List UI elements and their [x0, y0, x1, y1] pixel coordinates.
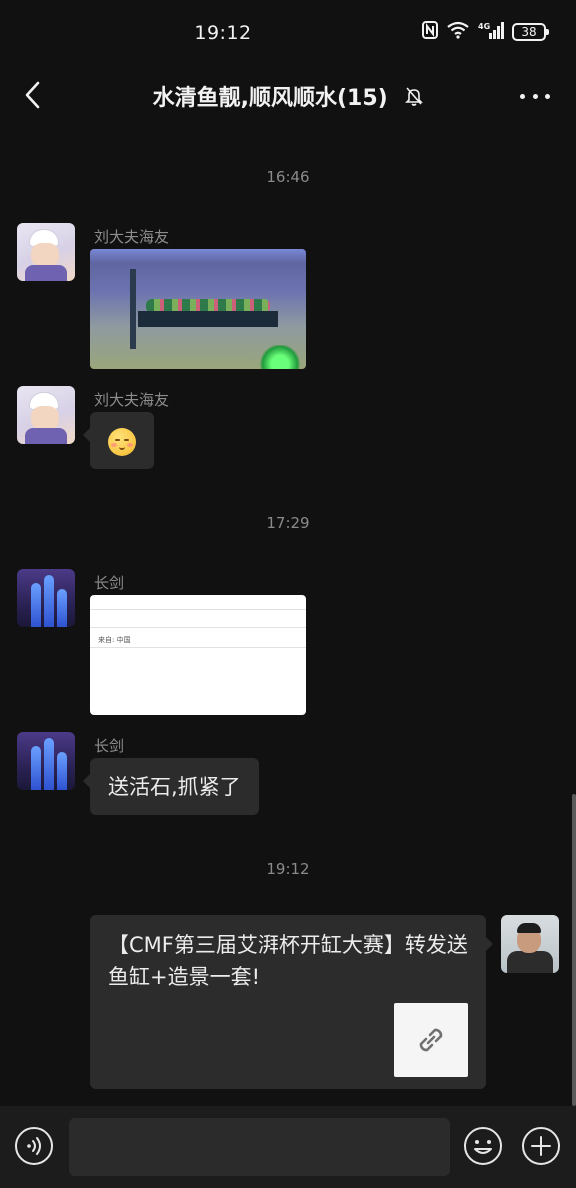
battery-indicator: 38 [512, 23, 549, 41]
emoji-icon [464, 1127, 502, 1165]
aquarium-photo[interactable] [90, 249, 306, 369]
document-screenshot[interactable]: 来自: 中国 [90, 595, 306, 715]
voice-icon [15, 1127, 53, 1165]
status-icons: 4G 38 [422, 21, 549, 43]
chat-title-text: 水清鱼靓,顺风顺水(15) [152, 86, 388, 111]
link-card-bubble[interactable]: 【CMF第三届艾湃杯开缸大赛】转发送鱼缸+造景一套! [90, 915, 493, 1089]
sender-name: 长剑 [94, 574, 125, 592]
message-timestamp: 17:29 [266, 514, 310, 532]
blushing-smile-emoji [108, 428, 136, 456]
link-card-title: 【CMF第三届艾湃杯开缸大赛】转发送鱼缸+造景一套! [108, 933, 468, 989]
avatar[interactable] [17, 569, 75, 627]
avatar[interactable] [17, 223, 75, 281]
plus-button[interactable] [521, 1126, 561, 1166]
more-icon-dot [545, 93, 550, 99]
document-screenshot-text: 来自: 中国 [98, 636, 131, 644]
chat-header: 水清鱼靓,顺风顺水(15) [0, 64, 576, 128]
wifi-icon [446, 21, 470, 43]
chat-title: 水清鱼靓,顺风顺水(15) [0, 80, 576, 112]
more-button[interactable] [520, 84, 550, 108]
my-avatar[interactable] [501, 915, 559, 973]
sender-name: 刘大夫海友 [94, 391, 170, 409]
avatar[interactable] [17, 386, 75, 444]
signal-4g-icon: 4G [478, 21, 504, 43]
plus-icon [522, 1127, 560, 1165]
signal-4g-label: 4G [478, 22, 490, 31]
mute-bell-icon [405, 86, 424, 112]
text-message-bubble[interactable]: 送活石,抓紧了 [83, 758, 259, 815]
message-input[interactable] [69, 1118, 450, 1176]
emoji-button[interactable] [463, 1126, 503, 1166]
message-timestamp: 16:46 [266, 168, 310, 186]
nfc-icon [422, 21, 438, 43]
sender-name: 刘大夫海友 [94, 228, 170, 246]
more-icon-dot [532, 93, 538, 99]
link-icon [419, 1028, 443, 1052]
link-thumbnail [394, 1003, 468, 1077]
scrollbar[interactable] [572, 794, 576, 1106]
message-timestamp: 19:12 [266, 860, 310, 878]
avatar[interactable] [17, 732, 75, 790]
voice-button[interactable] [14, 1126, 54, 1166]
input-bar [0, 1106, 576, 1188]
status-time: 19:12 [194, 22, 252, 44]
sticker-bubble[interactable] [83, 412, 154, 469]
status-bar: 19:12 4G 38 [0, 0, 576, 64]
sender-name: 长剑 [94, 737, 125, 755]
more-icon-dot [520, 93, 525, 99]
